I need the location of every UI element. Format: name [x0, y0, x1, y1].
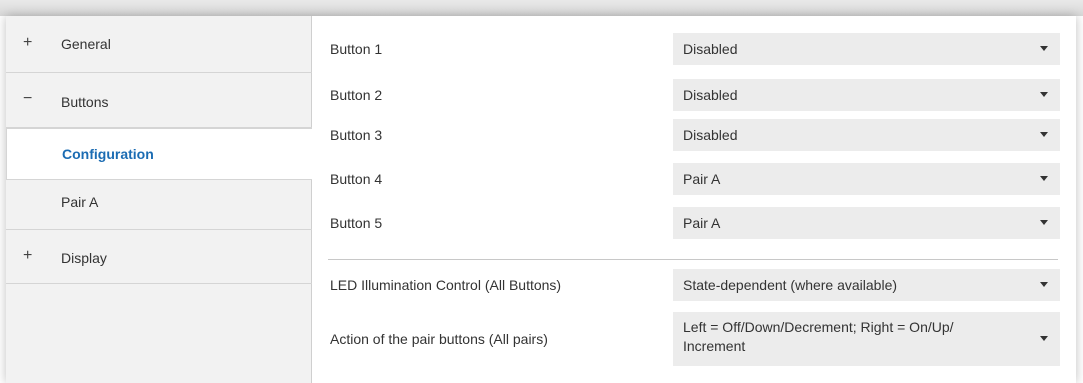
button-2-select[interactable]: Disabled	[673, 79, 1060, 111]
plus-icon[interactable]: +	[23, 35, 32, 51]
setting-label: Button 1	[330, 41, 383, 57]
chevron-down-icon	[1040, 92, 1048, 97]
main-panel: Button 1 Disabled Button 2 Disabled Butt…	[312, 16, 1076, 383]
section-divider	[328, 259, 1058, 260]
button-1-select[interactable]: Disabled	[673, 33, 1060, 65]
sidebar-item-general[interactable]: + General	[6, 16, 312, 73]
select-value: Pair A	[683, 215, 721, 231]
setting-row-pair-action: Action of the pair buttons (All pairs) L…	[330, 312, 1060, 366]
setting-row-button-3: Button 3 Disabled	[330, 119, 1060, 151]
setting-label: Button 4	[330, 171, 383, 187]
setting-row-led-illumination: LED Illumination Control (All Buttons) S…	[330, 269, 1060, 301]
sidebar-item-label: Pair A	[61, 194, 99, 210]
setting-label: Button 2	[330, 87, 383, 103]
select-value: Pair A	[683, 171, 721, 187]
chevron-down-icon	[1040, 220, 1048, 225]
screenshot-frame: + General − Buttons Pair A + Display Con…	[0, 0, 1083, 383]
chevron-down-icon	[1040, 282, 1048, 287]
sidebar-item-label: Configuration	[62, 146, 154, 162]
sidebar-item-display[interactable]: + Display	[6, 230, 312, 284]
window-top-edge	[0, 0, 1083, 16]
setting-row-button-4: Button 4 Pair A	[330, 163, 1060, 195]
sidebar: + General − Buttons Pair A + Display	[6, 16, 312, 383]
sidebar-item-label: Buttons	[61, 94, 109, 110]
setting-row-button-5: Button 5 Pair A	[330, 207, 1060, 239]
chevron-down-icon	[1040, 46, 1048, 51]
button-5-select[interactable]: Pair A	[673, 207, 1060, 239]
setting-row-button-1: Button 1 Disabled	[330, 33, 1060, 65]
led-illumination-select[interactable]: State-dependent (where available)	[673, 269, 1060, 301]
select-value: Disabled	[683, 41, 738, 57]
select-value: Left = Off/Down/Decrement; Right = On/Up…	[683, 319, 954, 354]
pair-action-select[interactable]: Left = Off/Down/Decrement; Right = On/Up…	[673, 312, 1060, 366]
select-value: State-dependent (where available)	[683, 277, 898, 293]
button-4-select[interactable]: Pair A	[673, 163, 1060, 195]
setting-label: LED Illumination Control (All Buttons)	[330, 277, 562, 293]
chevron-down-icon	[1040, 336, 1048, 341]
setting-row-button-2: Button 2 Disabled	[330, 79, 1060, 111]
sidebar-item-label: General	[61, 36, 111, 52]
select-value: Disabled	[683, 127, 738, 143]
select-value: Disabled	[683, 87, 738, 103]
sidebar-item-pair-a[interactable]: Pair A	[6, 180, 312, 230]
setting-label: Button 5	[330, 215, 383, 231]
setting-label: Button 3	[330, 127, 383, 143]
plus-icon[interactable]: +	[23, 248, 32, 264]
sidebar-item-configuration[interactable]: Configuration	[6, 128, 312, 180]
chevron-down-icon	[1040, 132, 1048, 137]
setting-label: Action of the pair buttons (All pairs)	[330, 331, 548, 347]
minus-icon[interactable]: −	[23, 91, 32, 107]
chevron-down-icon	[1040, 176, 1048, 181]
sidebar-item-buttons[interactable]: − Buttons	[6, 73, 312, 128]
sidebar-item-label: Display	[61, 250, 107, 266]
button-3-select[interactable]: Disabled	[673, 119, 1060, 151]
